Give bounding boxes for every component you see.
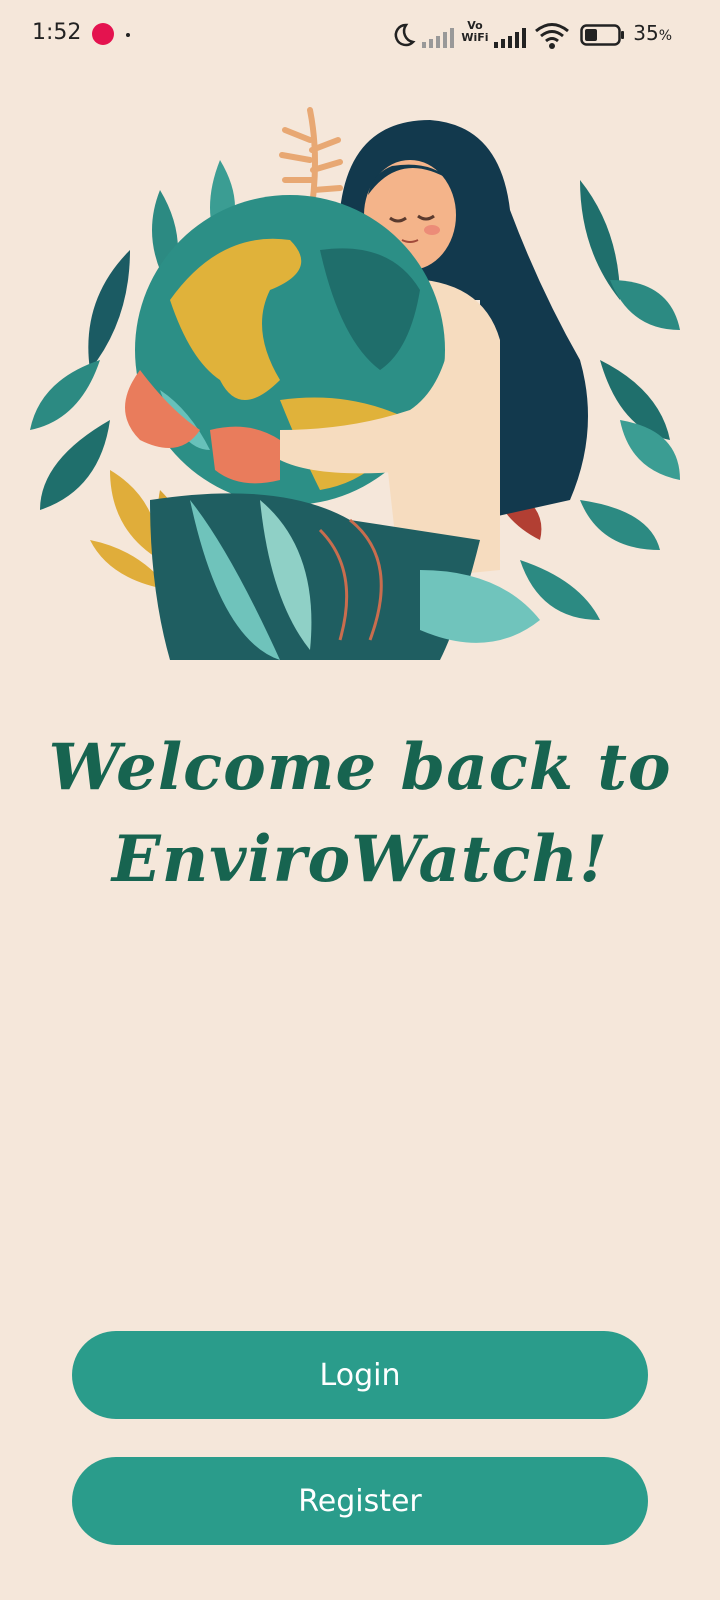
battery-icon — [580, 24, 624, 46]
notification-app-icon — [92, 23, 114, 45]
status-time: 1:52 — [32, 20, 82, 45]
signal-strong-icon — [494, 28, 526, 48]
welcome-title: Welcome back to EnviroWatch! — [0, 722, 720, 906]
register-button[interactable]: Register — [72, 1457, 648, 1545]
login-button[interactable]: Login — [72, 1331, 648, 1419]
battery-percent-suffix: % — [658, 28, 672, 44]
woman-hugging-earth-illustration — [30, 107, 680, 660]
welcome-line-2: EnviroWatch! — [111, 822, 609, 897]
status-icons: Vo WiFi 35% — [390, 18, 720, 50]
more-notifications-icon — [126, 33, 130, 37]
welcome-line-1: Welcome back to — [48, 730, 672, 805]
battery-percentage: 35% — [633, 21, 672, 45]
vowifi-bottom-label: WiFi — [461, 31, 489, 44]
wifi-icon — [535, 23, 569, 49]
do-not-disturb-icon — [394, 23, 416, 47]
status-bar: 1:52 Vo WiFi 35% — [0, 0, 720, 70]
battery-percent-value: 35 — [633, 21, 659, 45]
signal-weak-icon — [422, 28, 454, 48]
vowifi-icon: Vo WiFi — [460, 20, 490, 44]
